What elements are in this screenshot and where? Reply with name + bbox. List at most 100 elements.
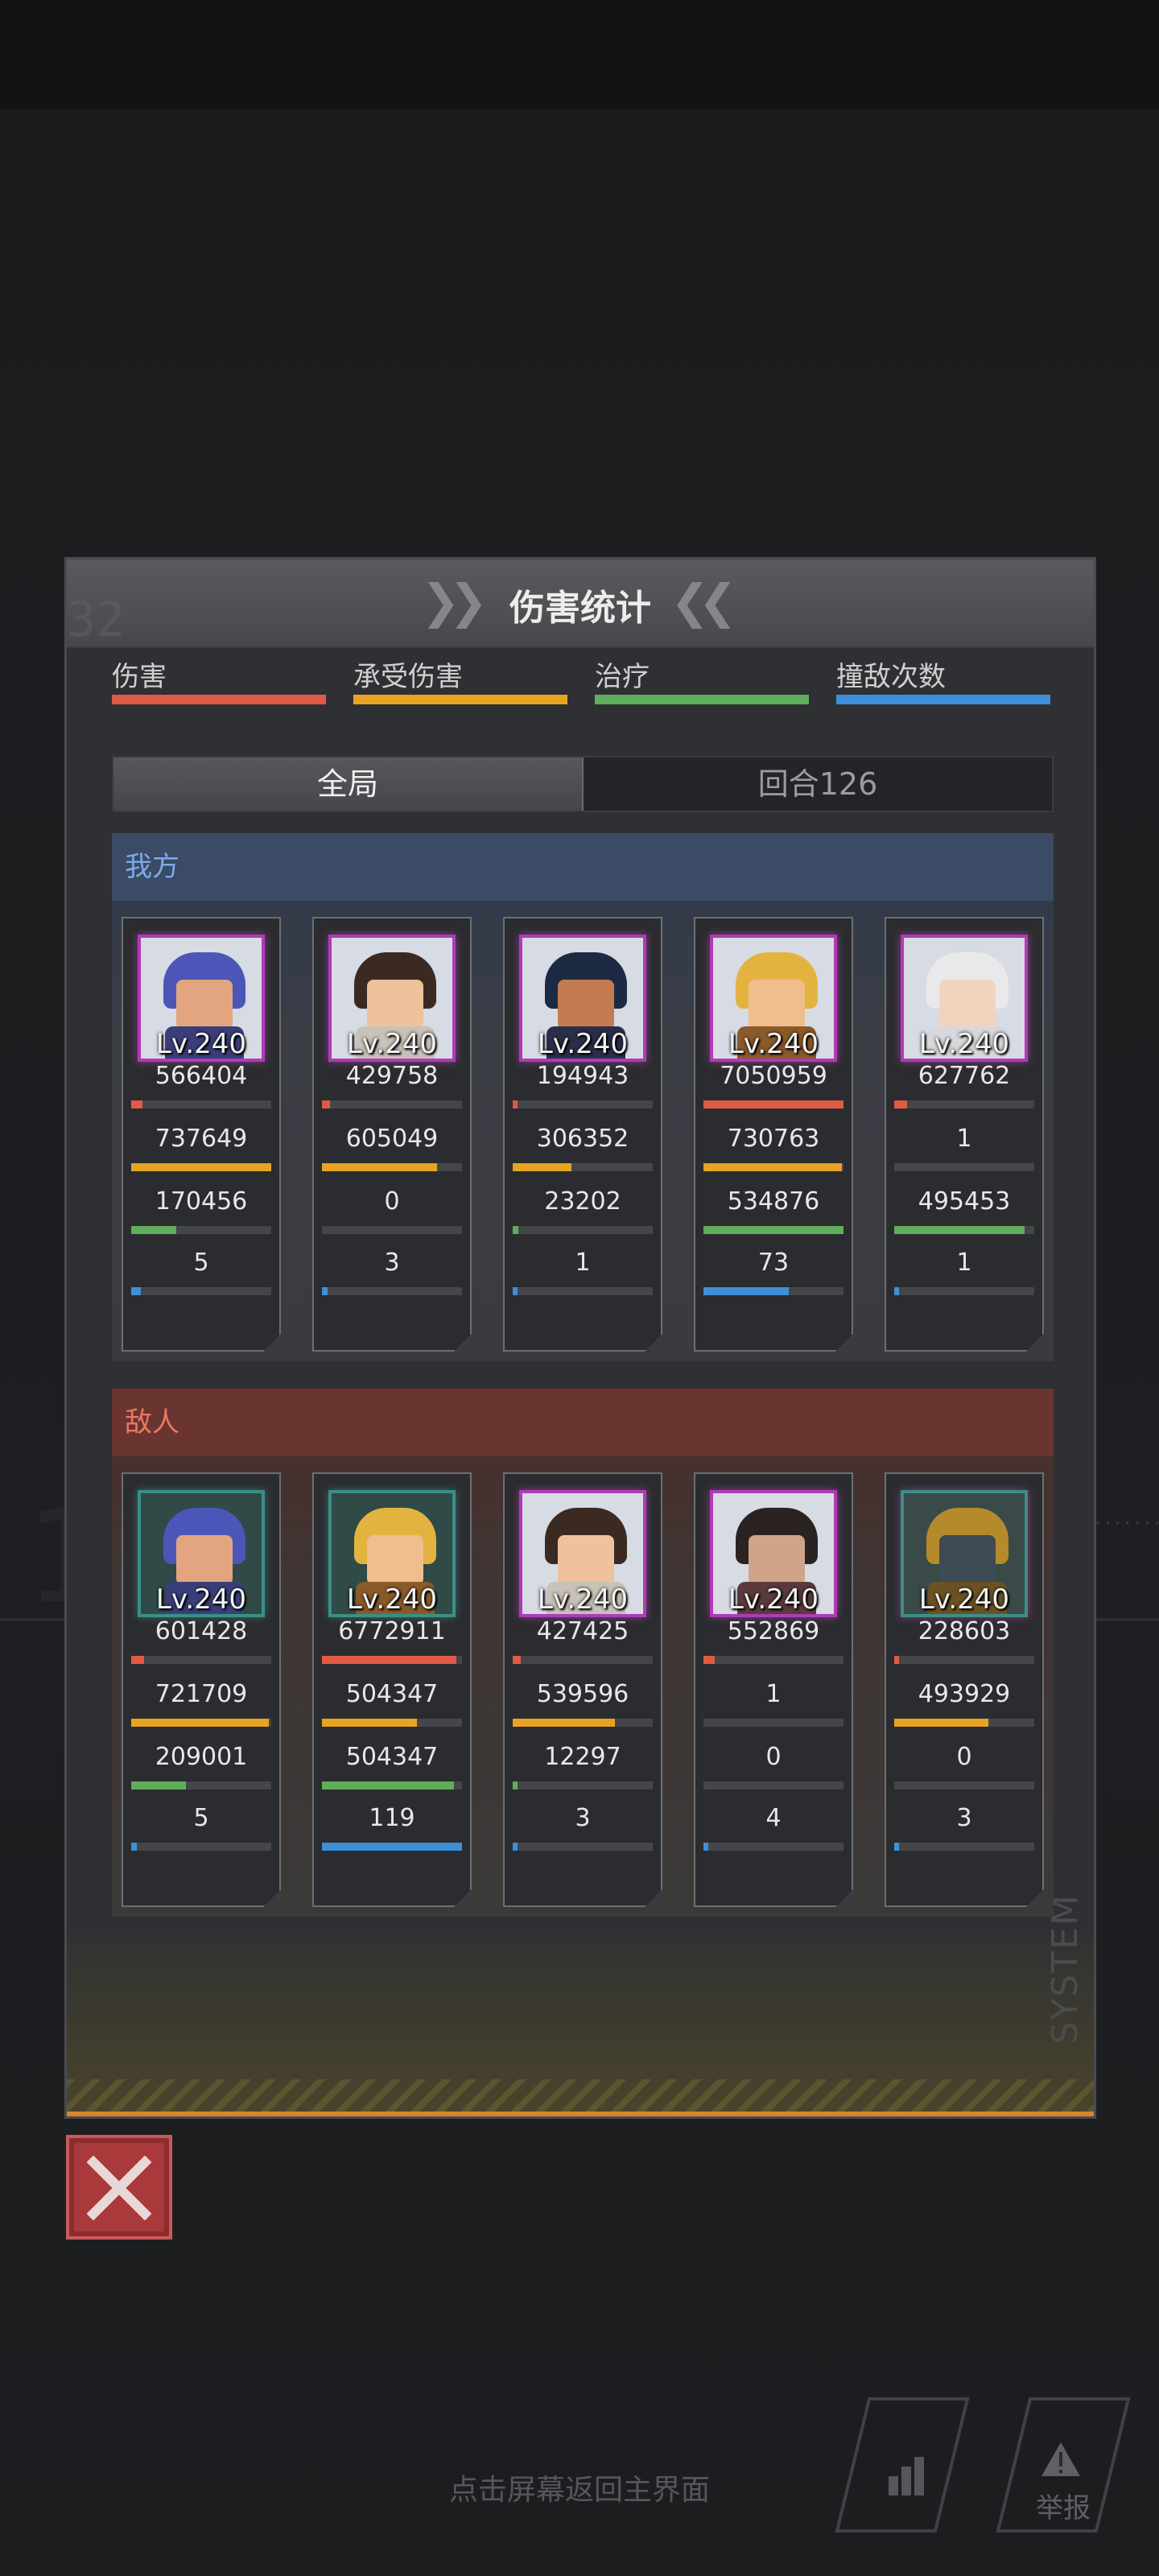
ally-card: Lv.240 429758 605049 0 3 <box>312 917 472 1352</box>
stat-hits-value: 1 <box>575 1249 591 1277</box>
stat-heal-value: 0 <box>956 1743 972 1771</box>
hero-level: Lv.240 <box>155 1583 247 1616</box>
legend-bar-damage <box>112 695 326 704</box>
stat-taken-bar <box>131 1163 271 1171</box>
stat-taken-bar <box>322 1163 462 1171</box>
stat-hits-value: 3 <box>956 1804 972 1832</box>
background-dots: ······· <box>1095 1512 1159 1536</box>
enemy-card: Lv.240 228603 493929 0 3 <box>885 1472 1044 1907</box>
stat-damage-bar <box>703 1656 843 1664</box>
stat-damage-value: 552869 <box>727 1617 820 1645</box>
stat-hits-value: 1 <box>956 1249 972 1277</box>
stat-taken-bar <box>513 1163 653 1171</box>
ally-section-title: 我方 <box>112 833 1054 901</box>
stat-damage-fill <box>894 1656 899 1664</box>
ally-card: Lv.240 194943 306352 23202 1 <box>503 917 662 1352</box>
ally-section: 我方 Lv.240 566404 737649 170456 5 Lv.240 429758… <box>112 833 1054 1361</box>
hero-level: Lv.240 <box>728 1583 819 1616</box>
stat-taken-value: 493929 <box>918 1680 1011 1708</box>
stat-hits-value: 3 <box>384 1249 400 1277</box>
ally-card: Lv.240 7050959 730763 534876 73 <box>694 917 853 1352</box>
stat-taken-fill <box>322 1163 437 1171</box>
stat-damage-bar <box>513 1100 653 1108</box>
enemy-card: Lv.240 552869 1 0 4 <box>694 1472 853 1907</box>
stat-hits-bar <box>322 1843 462 1851</box>
tab-round[interactable]: 回合126 <box>584 758 1052 811</box>
stat-heal-bar <box>894 1781 1034 1790</box>
enemy-section: 敌人 Lv.240 601428 721709 209001 5 Lv.240 677291… <box>112 1389 1054 1917</box>
hero-level: Lv.240 <box>537 1583 629 1616</box>
stat-taken-bar <box>703 1719 843 1727</box>
stat-taken-value: 306352 <box>536 1125 629 1153</box>
hero-portrait: Lv.240 <box>901 1490 1028 1617</box>
stat-taken-bar <box>322 1719 462 1727</box>
hero-portrait: Lv.240 <box>328 1490 456 1617</box>
stat-taken-value: 504347 <box>345 1680 439 1708</box>
stat-hits-bar <box>513 1843 653 1851</box>
stat-damage-bar <box>131 1656 271 1664</box>
stat-taken-value: 605049 <box>345 1125 439 1153</box>
stat-hits-bar <box>131 1843 271 1851</box>
stat-heal-value: 0 <box>384 1187 400 1216</box>
stat-taken-value: 721709 <box>155 1680 248 1708</box>
stat-damage-value: 7050959 <box>720 1062 827 1090</box>
stat-heal-bar <box>131 1781 271 1790</box>
stat-hits-value: 119 <box>369 1804 415 1832</box>
hero-level: Lv.240 <box>918 1583 1010 1616</box>
stat-heal-fill <box>513 1781 518 1790</box>
stat-damage-fill <box>131 1656 144 1664</box>
panel-title: 伤害统计 <box>509 588 651 629</box>
enemy-card: Lv.240 427425 539596 12297 3 <box>503 1472 662 1907</box>
stat-damage-bar <box>513 1656 653 1664</box>
stat-damage-fill <box>513 1656 522 1664</box>
legend-damage-taken: 承受伤害 <box>353 654 567 704</box>
legend-damage: 伤害 <box>112 654 326 704</box>
legend-bar-damage-taken <box>353 695 567 704</box>
tab-overall[interactable]: 全局 <box>113 758 584 811</box>
stat-heal-value: 504347 <box>345 1743 439 1771</box>
hero-level: Lv.240 <box>728 1028 819 1060</box>
stat-taken-value: 1 <box>956 1125 972 1153</box>
hero-portrait: Lv.240 <box>710 1490 837 1617</box>
stat-damage-value: 601428 <box>155 1617 248 1645</box>
hero-portrait: Lv.240 <box>519 1490 646 1617</box>
stat-heal-bar <box>513 1226 653 1234</box>
stat-taken-fill <box>131 1163 271 1171</box>
stat-damage-bar <box>894 1100 1034 1108</box>
stat-heal-value: 170456 <box>155 1187 248 1216</box>
stat-hits-fill <box>703 1843 708 1851</box>
return-hint[interactable]: 点击屏幕返回主界面 <box>0 2467 1159 2508</box>
stat-taken-bar <box>131 1719 271 1727</box>
stat-hits-bar <box>513 1287 653 1295</box>
report-button[interactable]: 举报 <box>995 2396 1132 2534</box>
stat-damage-value: 228603 <box>918 1617 1011 1645</box>
close-icon <box>87 2156 151 2220</box>
stat-heal-value: 0 <box>765 1743 782 1771</box>
stats-button[interactable] <box>834 2396 971 2534</box>
stat-heal-fill <box>322 1781 454 1790</box>
stat-hits-bar <box>894 1287 1034 1295</box>
stat-hits-fill <box>513 1287 518 1295</box>
hero-portrait: Lv.240 <box>519 935 646 1062</box>
ally-card: Lv.240 566404 737649 170456 5 <box>122 917 281 1352</box>
legend-heal: 治疗 <box>595 654 809 704</box>
stat-damage-value: 627762 <box>918 1062 1011 1090</box>
stat-taken-value: 1 <box>765 1680 782 1708</box>
hero-portrait: Lv.240 <box>138 935 265 1062</box>
stat-heal-bar <box>322 1226 462 1234</box>
stat-damage-bar <box>894 1656 1034 1664</box>
close-button[interactable] <box>66 2135 172 2240</box>
stat-taken-value: 539596 <box>536 1680 629 1708</box>
stat-heal-value: 534876 <box>727 1187 820 1216</box>
stat-damage-value: 194943 <box>536 1062 629 1090</box>
hero-level: Lv.240 <box>918 1028 1010 1060</box>
stat-taken-bar <box>894 1163 1034 1171</box>
stat-heal-fill <box>894 1226 1025 1234</box>
stat-damage-value: 427425 <box>536 1617 629 1645</box>
stat-damage-fill <box>703 1656 715 1664</box>
stat-damage-fill <box>894 1100 907 1108</box>
stat-damage-value: 566404 <box>155 1062 248 1090</box>
stat-damage-fill <box>703 1100 843 1108</box>
ally-card: Lv.240 627762 1 495453 1 <box>885 917 1044 1352</box>
stat-taken-fill <box>894 1719 988 1727</box>
